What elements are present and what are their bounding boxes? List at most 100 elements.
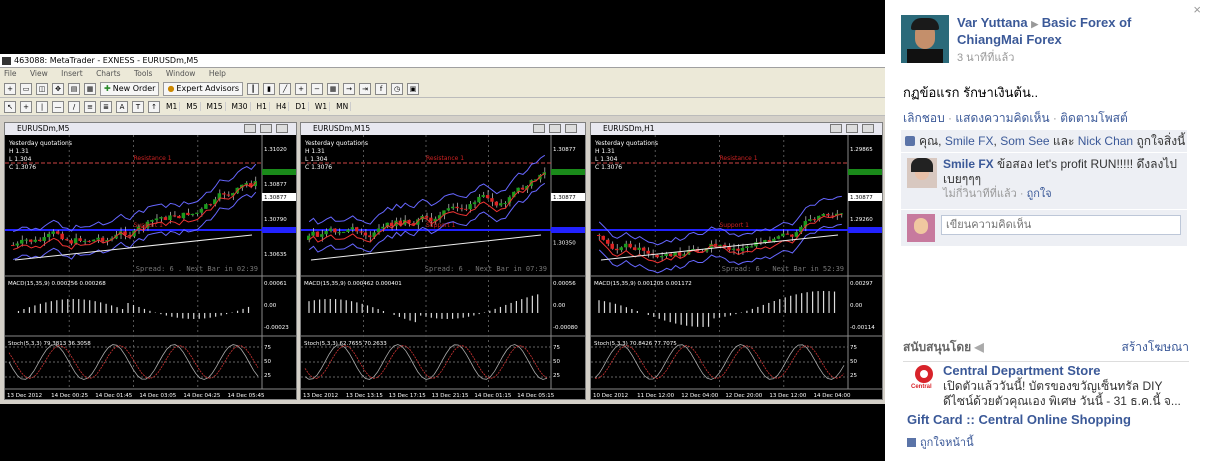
candle-body	[808, 219, 812, 222]
menu-file[interactable]: File	[4, 69, 17, 78]
chart-window-h1[interactable]: EURUSDm,H1 Yesterday quotations H 1.31 L 1…	[590, 122, 883, 400]
maximize-icon[interactable]	[549, 124, 561, 133]
candle-body	[389, 222, 394, 227]
chart-window-m5[interactable]: EURUSDm,M5 Yesterday quotations H 1.31 L 1…	[4, 122, 297, 400]
close-icon[interactable]	[862, 124, 874, 133]
ad-link[interactable]: Gift Card :: Central Online Shopping	[907, 412, 1131, 427]
date-tick-label: 14 Dec 01:45	[95, 393, 132, 399]
periods-icon[interactable]: ◷	[391, 82, 404, 95]
timeframe-w1[interactable]: W1	[313, 102, 331, 111]
menu-help[interactable]: Help	[209, 69, 226, 78]
timeframe-m1[interactable]: M1	[164, 102, 181, 111]
new-chart-icon[interactable]: +	[4, 82, 16, 95]
ad-title[interactable]: Central Department Store	[943, 363, 1191, 379]
text-icon[interactable]: A	[116, 100, 128, 113]
author-name[interactable]: Var Yuttana	[957, 15, 1028, 30]
candle-body	[100, 237, 105, 242]
market-watch-icon[interactable]: ◫	[36, 82, 48, 95]
create-ad-link[interactable]: สร้างโฆษณา	[1122, 338, 1190, 357]
minimize-icon[interactable]	[244, 124, 256, 133]
liker-nick-chan[interactable]: Nick Chan	[1078, 134, 1133, 148]
new-order-button[interactable]: ✚ New Order	[100, 81, 160, 96]
maximize-icon[interactable]	[260, 124, 272, 133]
chart-window-m15[interactable]: EURUSDm,M15 Yesterday quotations H 1.31 L …	[300, 122, 586, 400]
channel-icon[interactable]: ≡	[84, 100, 96, 113]
horizontal-line-icon[interactable]: —	[52, 100, 64, 113]
expert-advisors-button[interactable]: ● Expert Advisors	[163, 81, 244, 96]
timeframe-h1[interactable]: H1	[255, 102, 270, 111]
menu-view[interactable]: View	[30, 69, 48, 78]
commenter-name[interactable]: Smile FX	[943, 157, 994, 171]
trendline-icon[interactable]: /	[68, 100, 80, 113]
bar-chart-icon[interactable]: ┃	[247, 82, 260, 95]
navigator-icon[interactable]: ✥	[52, 82, 64, 95]
quote-info-text: H 1.31	[305, 148, 325, 155]
vertical-line-icon[interactable]: |	[36, 100, 48, 113]
zoom-in-icon[interactable]: +	[295, 82, 308, 95]
quote-info-text: C 1.3076	[305, 164, 332, 171]
close-icon[interactable]	[276, 124, 288, 133]
timeframe-m30[interactable]: M30	[230, 102, 251, 111]
line-chart-icon[interactable]: ╱	[279, 82, 292, 95]
comment-like-link[interactable]: ถูกใจ	[1027, 188, 1052, 200]
ad-item[interactable]: Central Central Department Store เปิดตัว…	[911, 363, 1191, 409]
chart-canvas-m15[interactable]: Yesterday quotationsH 1.31L 1.304C 1.307…	[301, 135, 585, 399]
comment-link[interactable]: แสดงความคิดเห็น	[955, 111, 1049, 125]
terminal-icon[interactable]: ▤	[68, 82, 80, 95]
liker-smile-fx[interactable]: Smile FX	[945, 134, 994, 148]
zoom-out-icon[interactable]: −	[311, 82, 324, 95]
chart-canvas-h1[interactable]: Yesterday quotationsH 1.31L 1.304C 1.307…	[591, 135, 882, 399]
author-avatar[interactable]	[901, 15, 949, 63]
tester-icon[interactable]: ▦	[84, 82, 96, 95]
timeframe-m15[interactable]: M15	[205, 102, 226, 111]
timeframe-h4[interactable]: H4	[274, 102, 290, 111]
chart-window-title: EURUSDm,M15	[313, 124, 371, 133]
templates-icon[interactable]: ▣	[407, 82, 420, 95]
crosshair-icon[interactable]: +	[20, 100, 32, 113]
candle-body	[668, 253, 673, 257]
central-logo-icon[interactable]: Central	[911, 365, 937, 393]
timeframe-mn[interactable]: MN	[334, 102, 352, 111]
comment-time[interactable]: ไม่กี่วินาทีที่แล้ว	[943, 188, 1017, 200]
macd-tick-label: 0.00	[264, 303, 277, 309]
post-time[interactable]: 3 นาทีที่แล้ว	[957, 48, 1197, 66]
minimize-icon[interactable]	[533, 124, 545, 133]
chart-shift-icon[interactable]: ⇥	[359, 82, 372, 95]
menu-charts[interactable]: Charts	[96, 69, 121, 78]
candle-body	[159, 217, 163, 219]
fibonacci-icon[interactable]: ≣	[100, 100, 112, 113]
profiles-icon[interactable]: ▭	[20, 82, 32, 95]
commenter-avatar[interactable]	[907, 158, 937, 188]
candle-body	[355, 227, 359, 232]
auto-scroll-icon[interactable]: →	[343, 82, 356, 95]
ad-like-page[interactable]: ถูกใจหน้านี้	[907, 433, 974, 451]
arrows-icon[interactable]: ↑	[148, 100, 160, 113]
label-icon[interactable]: T	[132, 100, 144, 113]
candle-body	[520, 187, 525, 190]
tile-windows-icon[interactable]: ▦	[327, 82, 340, 95]
macd-tick-label: -0.00114	[850, 325, 875, 331]
chart-canvas-m5[interactable]: Yesterday quotationsH 1.31L 1.304C 1.307…	[5, 135, 296, 399]
metatrader-logo-icon	[2, 57, 11, 65]
follow-post-link[interactable]: ติดตามโพสต์	[1060, 111, 1128, 125]
candle-chart-icon[interactable]: ▮	[263, 82, 276, 95]
timeframe-d1[interactable]: D1	[293, 102, 309, 111]
maximize-icon[interactable]	[846, 124, 858, 133]
resistance-label: Resistance 1	[426, 155, 464, 162]
menu-window[interactable]: Window	[166, 69, 196, 78]
stoch-label: Stoch(5,3,3) 62.7655 70.2633	[304, 341, 387, 347]
comment-input[interactable]	[941, 215, 1181, 235]
indicators-icon[interactable]: f	[375, 82, 388, 95]
minimize-icon[interactable]	[830, 124, 842, 133]
close-icon[interactable]	[565, 124, 577, 133]
timeframe-m5[interactable]: M5	[184, 102, 201, 111]
liker-som-see[interactable]: Som See	[1000, 134, 1049, 148]
cursor-icon[interactable]: ↖	[4, 100, 16, 113]
unlike-link[interactable]: เลิกชอบ	[903, 111, 945, 125]
menu-tools[interactable]: Tools	[134, 69, 152, 78]
menu-insert[interactable]: Insert	[61, 69, 83, 78]
date-tick-label: 10 Dec 2012	[593, 393, 628, 399]
candle-body	[195, 212, 199, 214]
candle-body	[713, 243, 718, 246]
spread-text: Spread: 6 . Next Bar in 07:39	[425, 265, 547, 273]
